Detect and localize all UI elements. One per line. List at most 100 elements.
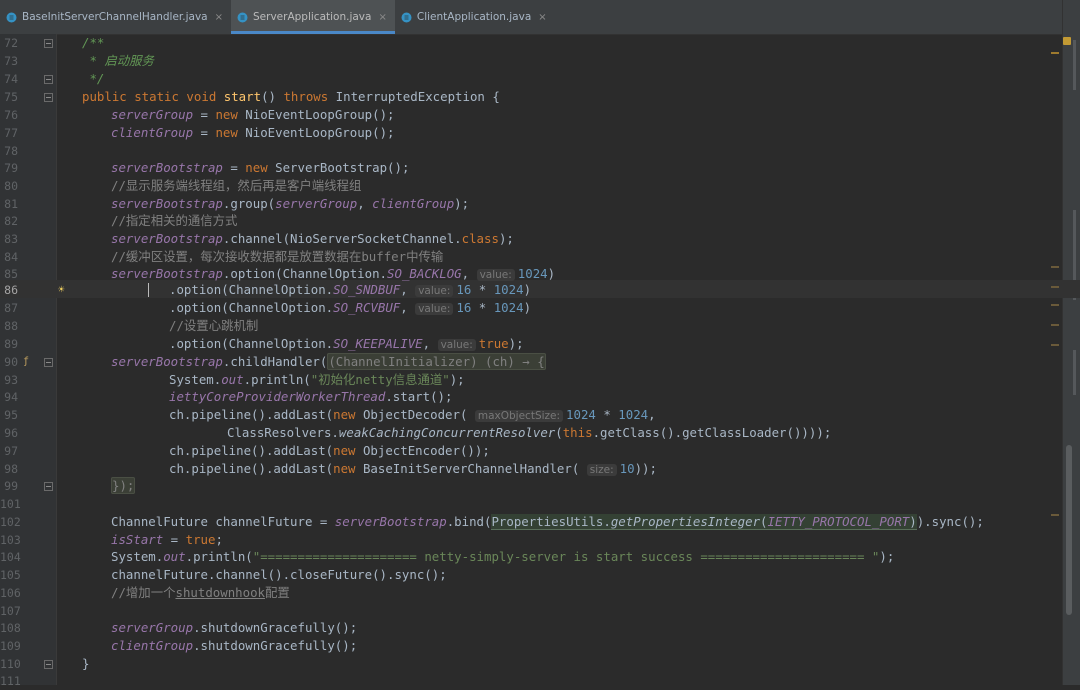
code-token: .start(); [385,389,453,404]
line-number: 75 [4,90,18,104]
line-number: 95 [4,408,18,422]
code-token: NioEventLoopGroup(); [245,107,395,122]
tool-window-label [1073,40,1076,90]
code-text: iettyCoreProviderWorkerThread.start(); [169,388,452,406]
keyword: new [333,461,363,476]
code-token: ch.pipeline().addLast( [169,407,334,422]
code-line-83: 83 serverBootstrap.channel(NioServerSocke… [0,230,1062,248]
keyword: true [185,532,216,547]
code-token: .println( [243,372,311,387]
fold-icon[interactable] [44,75,53,84]
number: 1024 [618,407,649,422]
code-token: .bind( [446,514,492,529]
code-token: = [193,107,216,122]
vertical-scrollbar[interactable] [1066,445,1072,615]
lambda-icon[interactable]: ƒ [23,353,29,371]
comment-text: //增加一个 [111,585,176,600]
fold-icon[interactable] [44,482,53,491]
code-line-98: 98 ch.pipeline().addLast(new BaseInitServ… [0,460,1062,478]
code-line-111: 111 [0,672,1062,690]
code-token: , [400,300,416,315]
line-number: 82 [4,214,18,228]
code-text: System.out.println("====================… [111,548,894,566]
field: clientGroup [111,125,194,140]
marker[interactable] [1051,514,1059,516]
parameter-hint: size: [586,464,617,476]
keyword: this [562,425,593,440]
tab-client-application[interactable]: ClientApplication.java × [395,0,555,34]
keyword: new [215,125,246,140]
tab-label: ClientApplication.java [416,11,532,23]
parameter-hint: maxObjectSize: [474,410,564,422]
marker[interactable] [1051,324,1059,326]
field: serverGroup [111,107,194,122]
code-line-107: 107 [0,602,1062,620]
folded-lambda[interactable]: (ChannelInitializer) (ch) → { [327,353,546,370]
marker[interactable] [1051,286,1059,288]
code-line-96: 96 ClassResolvers.weakCachingConcurrentRe… [0,424,1062,442]
fold-icon[interactable] [44,660,53,669]
code-token: BaseInitServerChannelHandler( [362,461,587,476]
close-icon[interactable]: × [538,12,546,23]
static-field: out [221,372,244,387]
keyword: new [333,407,363,422]
keyword: throws [283,89,336,104]
tab-base-init-server-channel-handler[interactable]: BaseInitServerChannelHandler.java × [0,0,231,34]
code-token: ); [508,336,524,351]
code-token: PropertiesUtils. [491,514,611,529]
code-token: ) [547,266,556,281]
code-text: ch.pipeline().addLast(new ObjectDecoder(… [169,406,656,425]
marker[interactable] [1051,52,1059,54]
code-token: .childHandler( [222,354,328,369]
marker[interactable] [1051,266,1059,268]
line-number: 81 [4,197,18,211]
line-number: 98 [4,462,18,476]
code-token: NioEventLoopGroup(); [245,125,395,140]
code-token: ChannelFuture channelFuture = [111,514,335,529]
number: 1024 [517,266,548,281]
line-number: 96 [4,426,18,440]
keyword: new [245,160,276,175]
close-icon[interactable]: × [215,12,223,23]
static-method: weakCachingConcurrentResolver [338,425,556,440]
fold-icon[interactable] [44,93,53,102]
code-line-80: 80 //显示服务端线程组，然后再是客户端线程组 [0,177,1062,195]
java-class-icon [6,12,17,23]
code-token: .group( [222,196,276,211]
marker[interactable] [1051,304,1059,306]
code-text: serverGroup.shutdownGracefully(); [111,619,357,637]
code-line-86: 86 ☀ .option(ChannelOption.SO_SNDBUF, valu… [0,281,1062,299]
field: serverBootstrap [111,231,223,246]
tab-server-application[interactable]: ServerApplication.java × [231,0,395,34]
code-line-102: 102 ChannelFuture channelFuture = serverB… [0,513,1062,531]
code-token: ); [454,196,470,211]
fold-icon[interactable] [44,39,53,48]
close-icon[interactable]: × [378,12,386,23]
line-number: 106 [0,586,21,600]
line-number: 102 [0,515,21,529]
code-token: ObjectEncoder()); [362,443,490,458]
code-token: ch.pipeline().addLast( [169,461,334,476]
code-token: System. [169,372,222,387]
field: serverBootstrap [111,354,223,369]
method-name: start [223,89,262,104]
line-number: 107 [0,604,21,618]
line-number: 94 [4,390,18,404]
field: serverGroup [275,196,358,211]
code-token: ( [760,514,768,529]
warning-icon[interactable] [1063,37,1071,45]
line-number: 93 [4,373,18,387]
code-text: serverBootstrap.channel(NioServerSocketC… [111,230,514,248]
intention-bulb-icon[interactable]: ☀ [58,281,65,299]
code-text: serverBootstrap = new ServerBootstrap(); [111,159,409,177]
code-token: () [261,89,284,104]
code-text: } [82,656,90,671]
keyword: class [461,231,499,246]
code-token: )); [634,461,657,476]
field: isStart [111,532,164,547]
code-token: ).sync(); [916,514,984,529]
line-number: 111 [0,674,21,688]
line-number: 90 [4,355,18,369]
marker[interactable] [1051,344,1059,346]
fold-icon[interactable] [44,358,53,367]
